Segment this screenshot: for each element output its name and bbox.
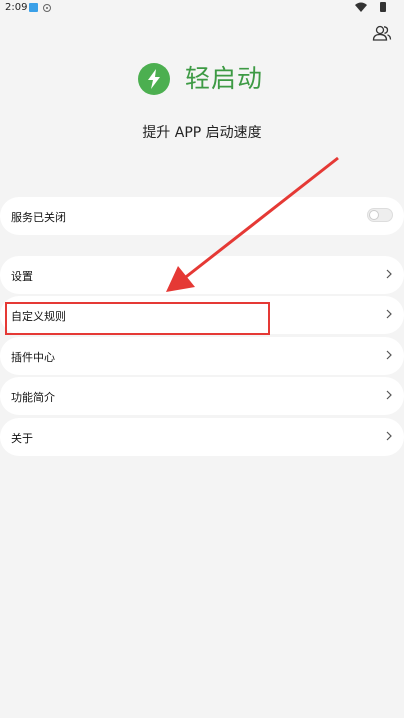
users-icon[interactable] [372,24,392,42]
record-icon [43,4,51,12]
chevron-right-icon [386,390,392,400]
service-toggle[interactable] [367,208,393,222]
menu-item-label: 设置 [11,270,33,283]
app-subtitle: 提升 APP 启动速度 [142,125,262,141]
wifi-icon [355,2,367,12]
battery-icon [380,2,386,12]
chevron-right-icon [386,350,392,360]
app-notification-icon [29,3,38,12]
app-title: 轻启动 [185,64,264,93]
app-logo [138,63,170,95]
menu-item-label: 插件中心 [11,351,55,364]
menu-item-plugin-center[interactable]: 插件中心 [0,337,404,375]
menu-item-about[interactable]: 关于 [0,418,404,456]
status-bar: 2:09 [0,0,404,16]
lightning-icon [148,69,160,89]
menu-item-settings[interactable]: 设置 [0,256,404,294]
chevron-right-icon [386,309,392,319]
chevron-right-icon [386,269,392,279]
menu-item-label: 关于 [11,432,33,445]
service-status-row[interactable]: 服务已关闭 [0,197,404,235]
menu-item-introduction[interactable]: 功能简介 [0,377,404,415]
status-time: 2:09 [5,2,28,13]
service-status-label: 服务已关闭 [11,211,66,224]
chevron-right-icon [386,431,392,441]
toggle-knob [369,210,379,220]
highlight-box [5,302,270,335]
menu-item-label: 功能简介 [11,391,55,404]
